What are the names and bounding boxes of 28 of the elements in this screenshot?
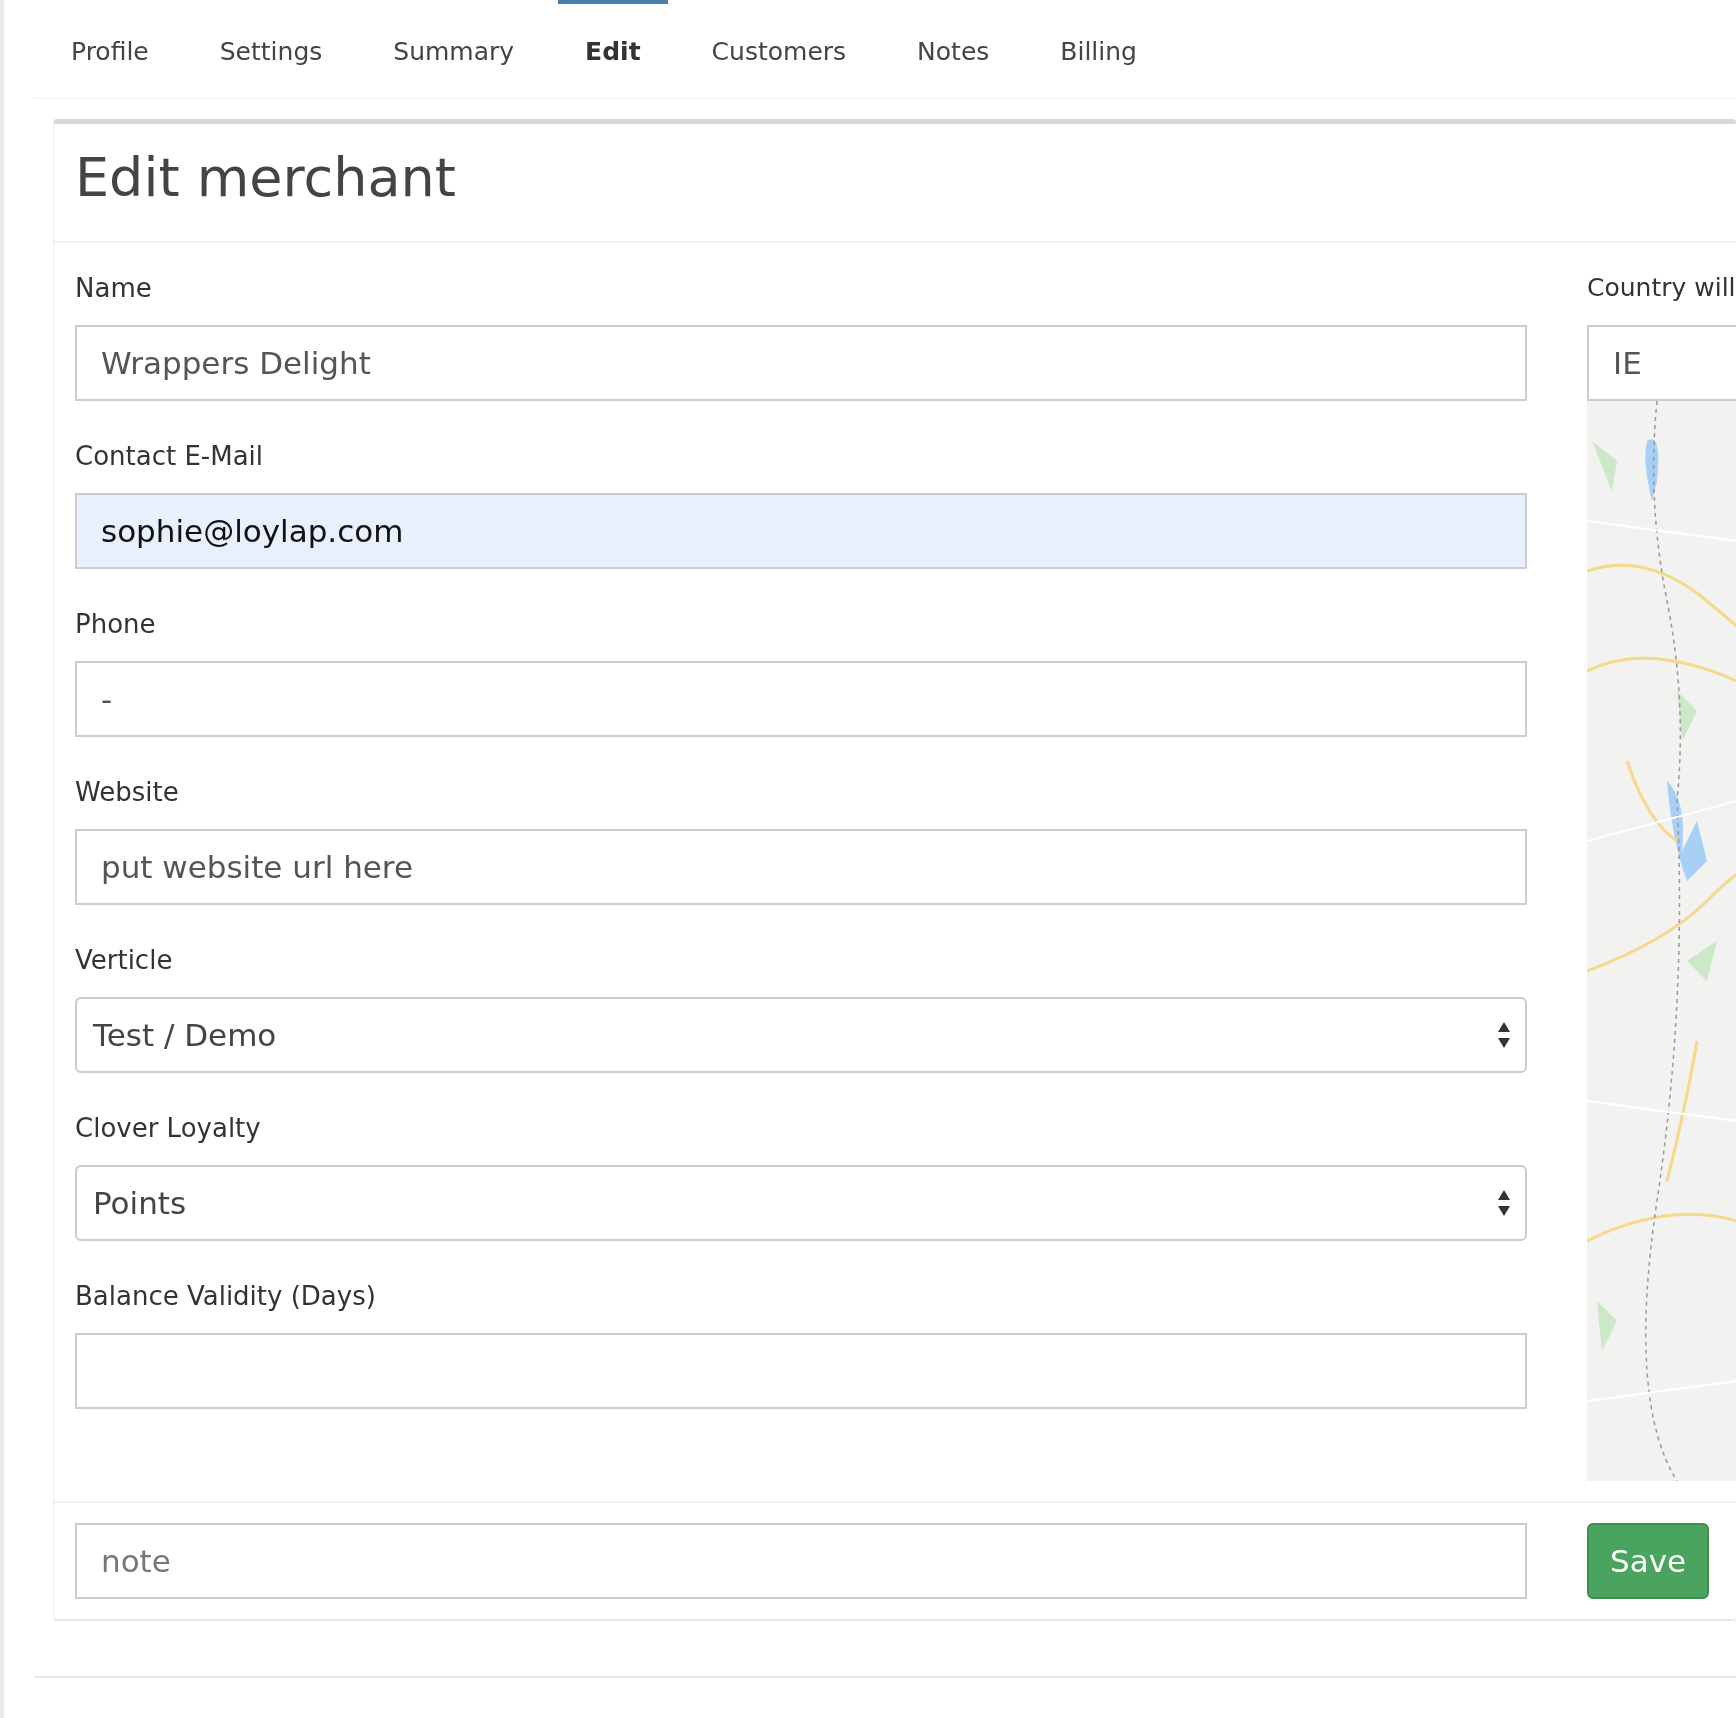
nav-tab[interactable]: Customers — [684, 0, 874, 98]
select-field[interactable]: Test / Demo — [75, 997, 1527, 1073]
field-label: Verticle — [75, 945, 174, 977]
input-field[interactable] — [75, 1333, 1527, 1409]
field-label: Name — [75, 273, 153, 305]
note-field[interactable]: note — [75, 1523, 1527, 1599]
map-drawing[interactable] — [1587, 401, 1736, 1481]
country-field[interactable]: IE — [1587, 325, 1736, 401]
field-label: Website — [75, 777, 180, 809]
input-field[interactable]: put website url here — [75, 829, 1527, 905]
nav-tab[interactable]: Settings — [192, 0, 350, 98]
input-field[interactable]: sophie@loylap.com — [75, 493, 1527, 569]
panel-title: Edit merchant — [75, 146, 457, 209]
field-label: Balance Validity (Days) — [75, 1281, 377, 1313]
up-down-arrows-icon — [1497, 1189, 1511, 1217]
field-label: Phone — [75, 609, 157, 641]
up-down-arrows-icon — [1497, 1021, 1511, 1049]
nav-tab[interactable]: Profile — [44, 0, 176, 98]
nav-tab[interactable]: Edit — [558, 0, 668, 98]
input-field[interactable]: Wrappers Delight — [75, 325, 1527, 401]
select-field[interactable]: Points — [75, 1165, 1527, 1241]
nav-tab[interactable]: Billing — [1033, 0, 1164, 98]
nav-tab[interactable]: Summary — [366, 0, 542, 98]
input-field[interactable]: - — [75, 661, 1527, 737]
field-label: Country will — [1587, 273, 1736, 304]
field-label: Clover Loyalty — [75, 1113, 262, 1145]
field-label: Contact E-Mail — [75, 441, 265, 473]
nav-tab[interactable]: Notes — [890, 0, 1017, 98]
